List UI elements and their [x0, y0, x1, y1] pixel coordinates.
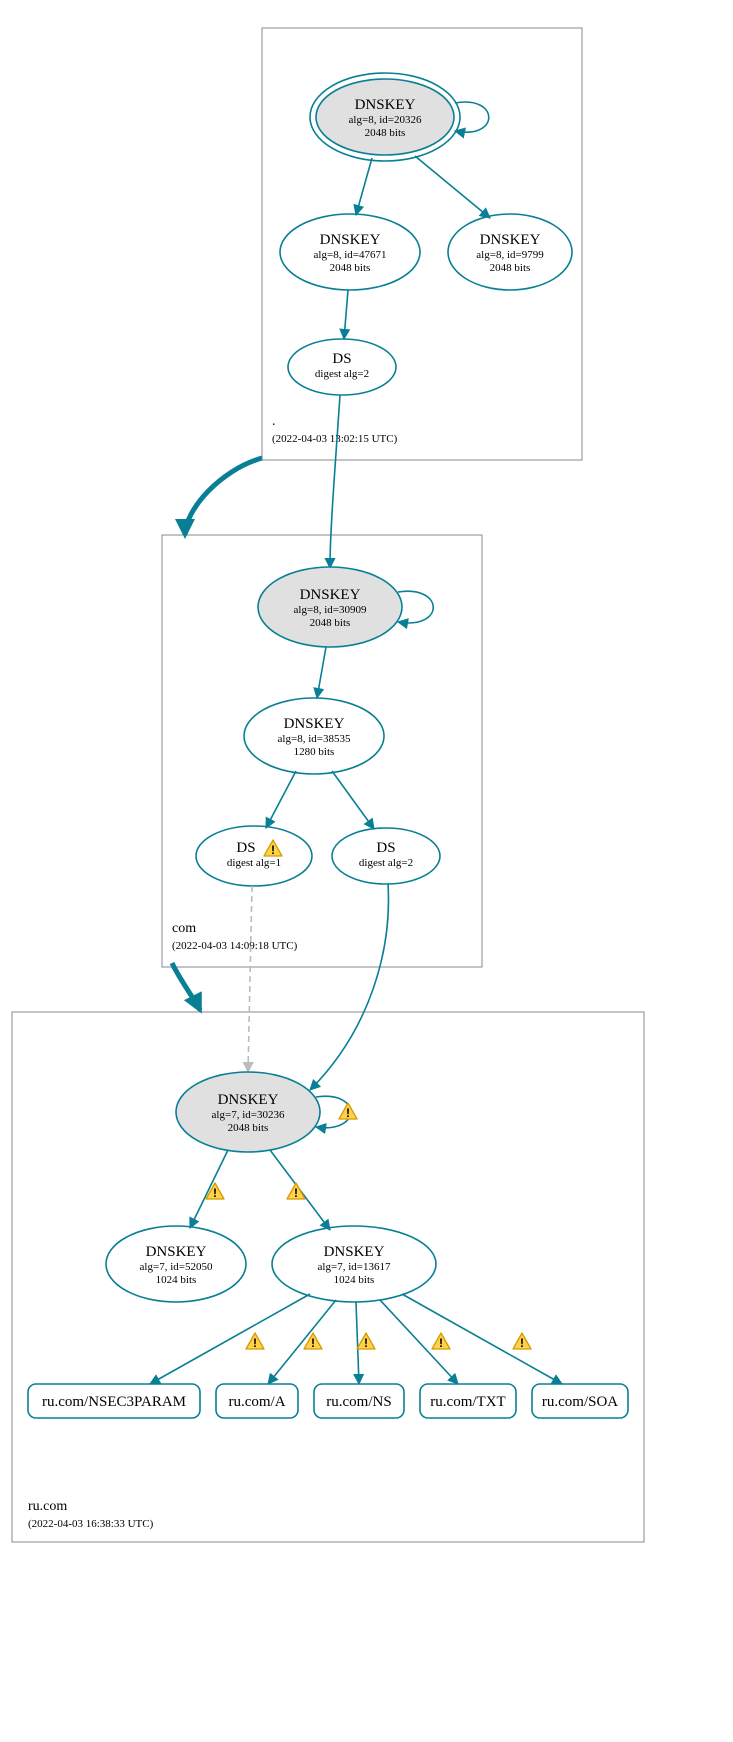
node-root-ksk: DNSKEY alg=8, id=20326 2048 bits: [310, 73, 460, 161]
edge-ds1-ruksk: [248, 886, 252, 1072]
node-title: ru.com/SOA: [542, 1394, 618, 1410]
edge-com-ksk-self: [398, 591, 433, 623]
node-title: ru.com/NS: [326, 1394, 391, 1410]
node-root-ds: DS digest alg=2: [288, 339, 396, 395]
node-title: DNSKEY: [300, 587, 361, 603]
node-line2: alg=8, id=30909: [294, 604, 367, 616]
edge-rootksk-rootk3: [415, 156, 490, 218]
warning-icon: [206, 1183, 224, 1200]
node-root-k3: DNSKEY alg=8, id=9799 2048 bits: [448, 214, 572, 290]
warning-icon: [287, 1183, 305, 1200]
node-line3: 2048 bits: [228, 1122, 269, 1134]
edge-zsk2-soa: [402, 1294, 562, 1384]
edge-zsk2-ns: [356, 1302, 359, 1384]
edge-ruksk-zsk1: [190, 1150, 228, 1228]
zone-label-root: .: [272, 414, 276, 429]
node-line2: alg=7, id=30236: [212, 1109, 285, 1121]
node-com-zsk: DNSKEY alg=8, id=38535 1280 bits: [244, 698, 384, 774]
edge-comzsk-ds1: [266, 771, 296, 828]
warning-icon: [339, 1103, 357, 1120]
edge-rootzsk-rootds: [344, 290, 348, 339]
node-title: DS: [376, 840, 395, 856]
zone-ts-com: (2022-04-03 14:09:18 UTC): [172, 940, 298, 952]
node-title: DNSKEY: [218, 1092, 279, 1108]
warning-icon: [357, 1333, 375, 1350]
node-line3: 2048 bits: [330, 262, 371, 274]
node-title: DNSKEY: [355, 97, 416, 113]
node-line2: alg=7, id=52050: [140, 1261, 213, 1273]
node-line2: alg=8, id=20326: [349, 114, 422, 126]
node-title: DNSKEY: [320, 232, 381, 248]
node-title: DS: [332, 351, 351, 367]
node-title: DS: [236, 840, 255, 856]
node-line3: 2048 bits: [365, 127, 406, 139]
node-rr-a: ru.com/A: [216, 1384, 298, 1418]
node-rr-nsec3param: ru.com/NSEC3PARAM: [28, 1384, 200, 1418]
edge-comzsk-ds2: [332, 771, 374, 829]
node-title: DNSKEY: [146, 1244, 207, 1260]
zone-label-com: com: [172, 921, 196, 936]
edge-comksk-comzsk: [317, 647, 326, 698]
edge-zsk2-nsec3: [150, 1294, 310, 1384]
node-line2: alg=8, id=9799: [476, 249, 544, 261]
warning-icon: [432, 1333, 450, 1350]
node-title: DNSKEY: [480, 232, 541, 248]
node-line3: 2048 bits: [490, 262, 531, 274]
node-line2: digest alg=1: [227, 857, 281, 869]
node-line2: digest alg=2: [359, 857, 413, 869]
node-title: DNSKEY: [324, 1244, 385, 1260]
zone-ts-ru: (2022-04-03 16:38:33 UTC): [28, 1518, 154, 1530]
node-line2: alg=7, id=13617: [318, 1261, 391, 1273]
warning-icon: [513, 1333, 531, 1350]
edge-ds2-ruksk: [310, 884, 388, 1090]
edge-rootds-comksk: [330, 395, 340, 568]
node-ru-zsk1: DNSKEY alg=7, id=52050 1024 bits: [106, 1226, 246, 1302]
node-com-ds2: DS digest alg=2: [332, 828, 440, 884]
node-rr-ns: ru.com/NS: [314, 1384, 404, 1418]
zone-ts-root: (2022-04-03 13:02:15 UTC): [272, 433, 398, 445]
node-line3: 2048 bits: [310, 617, 351, 629]
edge-rootksk-rootzsk: [356, 158, 372, 215]
node-title: DNSKEY: [284, 716, 345, 732]
node-line3: 1280 bits: [294, 746, 335, 758]
node-line3: 1024 bits: [156, 1274, 197, 1286]
zone-label-ru: ru.com: [28, 1499, 67, 1514]
node-ru-ksk: DNSKEY alg=7, id=30236 2048 bits: [176, 1072, 320, 1152]
node-com-ksk: DNSKEY alg=8, id=30909 2048 bits: [258, 567, 402, 647]
node-line2: alg=8, id=47671: [314, 249, 387, 261]
node-line2: alg=8, id=38535: [278, 733, 351, 745]
dnssec-graph: ! . (2022-04-03 13:02:15 UTC) com (2022-…: [0, 0, 733, 1742]
node-line2: digest alg=2: [315, 368, 369, 380]
node-rr-soa: ru.com/SOA: [532, 1384, 628, 1418]
node-root-zsk: DNSKEY alg=8, id=47671 2048 bits: [280, 214, 420, 290]
node-title: ru.com/TXT: [430, 1394, 505, 1410]
node-com-ds1: DS digest alg=1: [196, 826, 312, 886]
node-title: ru.com/NSEC3PARAM: [42, 1394, 186, 1410]
node-rr-txt: ru.com/TXT: [420, 1384, 516, 1418]
delegation-root-to-com: [185, 458, 262, 535]
node-title: ru.com/A: [228, 1394, 285, 1410]
warning-icon: [246, 1333, 264, 1350]
node-ru-zsk2: DNSKEY alg=7, id=13617 1024 bits: [272, 1226, 436, 1302]
node-line3: 1024 bits: [334, 1274, 375, 1286]
delegation-com-to-ru: [172, 963, 200, 1010]
